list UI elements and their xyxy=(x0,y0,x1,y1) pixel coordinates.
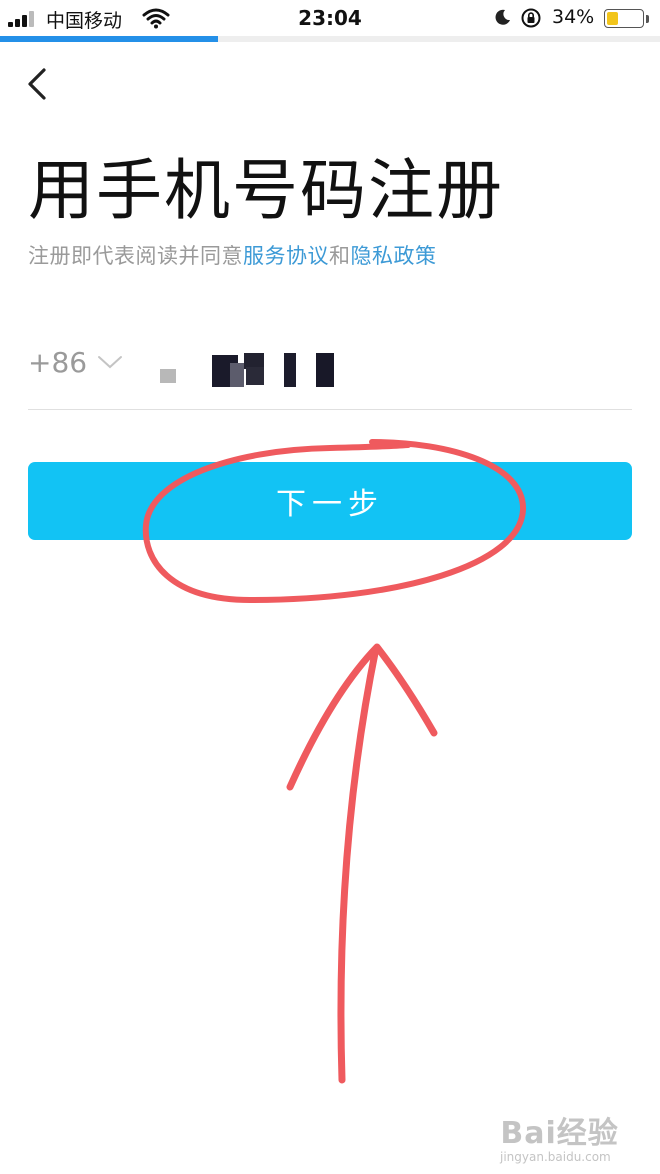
battery-level xyxy=(607,12,619,25)
country-code-selector[interactable]: +86 xyxy=(28,342,123,382)
chevron-down-icon xyxy=(98,356,123,369)
chevron-left-icon xyxy=(28,68,46,100)
redacted-digit xyxy=(230,363,244,387)
watermark-brand: Bai经验 xyxy=(500,1116,619,1151)
back-button[interactable] xyxy=(22,64,58,104)
battery-percent: 34% xyxy=(552,6,595,28)
annotation-arrow xyxy=(286,643,438,1084)
country-code-label: +86 xyxy=(28,345,88,379)
input-divider xyxy=(28,409,632,410)
terms-of-service-link[interactable]: 服务协议 xyxy=(243,244,329,268)
orientation-lock-icon xyxy=(521,8,541,28)
redacted-digit xyxy=(160,369,176,383)
page-load-progress xyxy=(0,36,660,42)
agreement-prefix: 注册即代表阅读并同意 xyxy=(28,244,243,268)
page-load-progress-fill xyxy=(0,36,218,42)
agreement-text: 注册即代表阅读并同意服务协议和隐私政策 xyxy=(28,240,437,270)
redacted-digit xyxy=(246,367,264,385)
phone-number-input[interactable] xyxy=(150,345,620,391)
moon-icon xyxy=(495,9,510,25)
redacted-digit xyxy=(316,353,334,387)
redacted-digit xyxy=(284,353,296,387)
baidu-watermark: Bai经验 jingyan.baidu.com xyxy=(500,1108,619,1164)
battery-cap xyxy=(646,15,649,23)
watermark-url: jingyan.baidu.com xyxy=(500,1150,611,1164)
privacy-policy-link[interactable]: 隐私政策 xyxy=(351,244,437,268)
page-title: 用手机号码注册 xyxy=(28,152,504,229)
status-bar: 中国移动 23:04 34% xyxy=(0,0,660,36)
next-step-button[interactable]: 下一步 xyxy=(28,462,632,540)
battery-icon xyxy=(604,9,644,28)
agreement-joiner: 和 xyxy=(329,244,351,268)
